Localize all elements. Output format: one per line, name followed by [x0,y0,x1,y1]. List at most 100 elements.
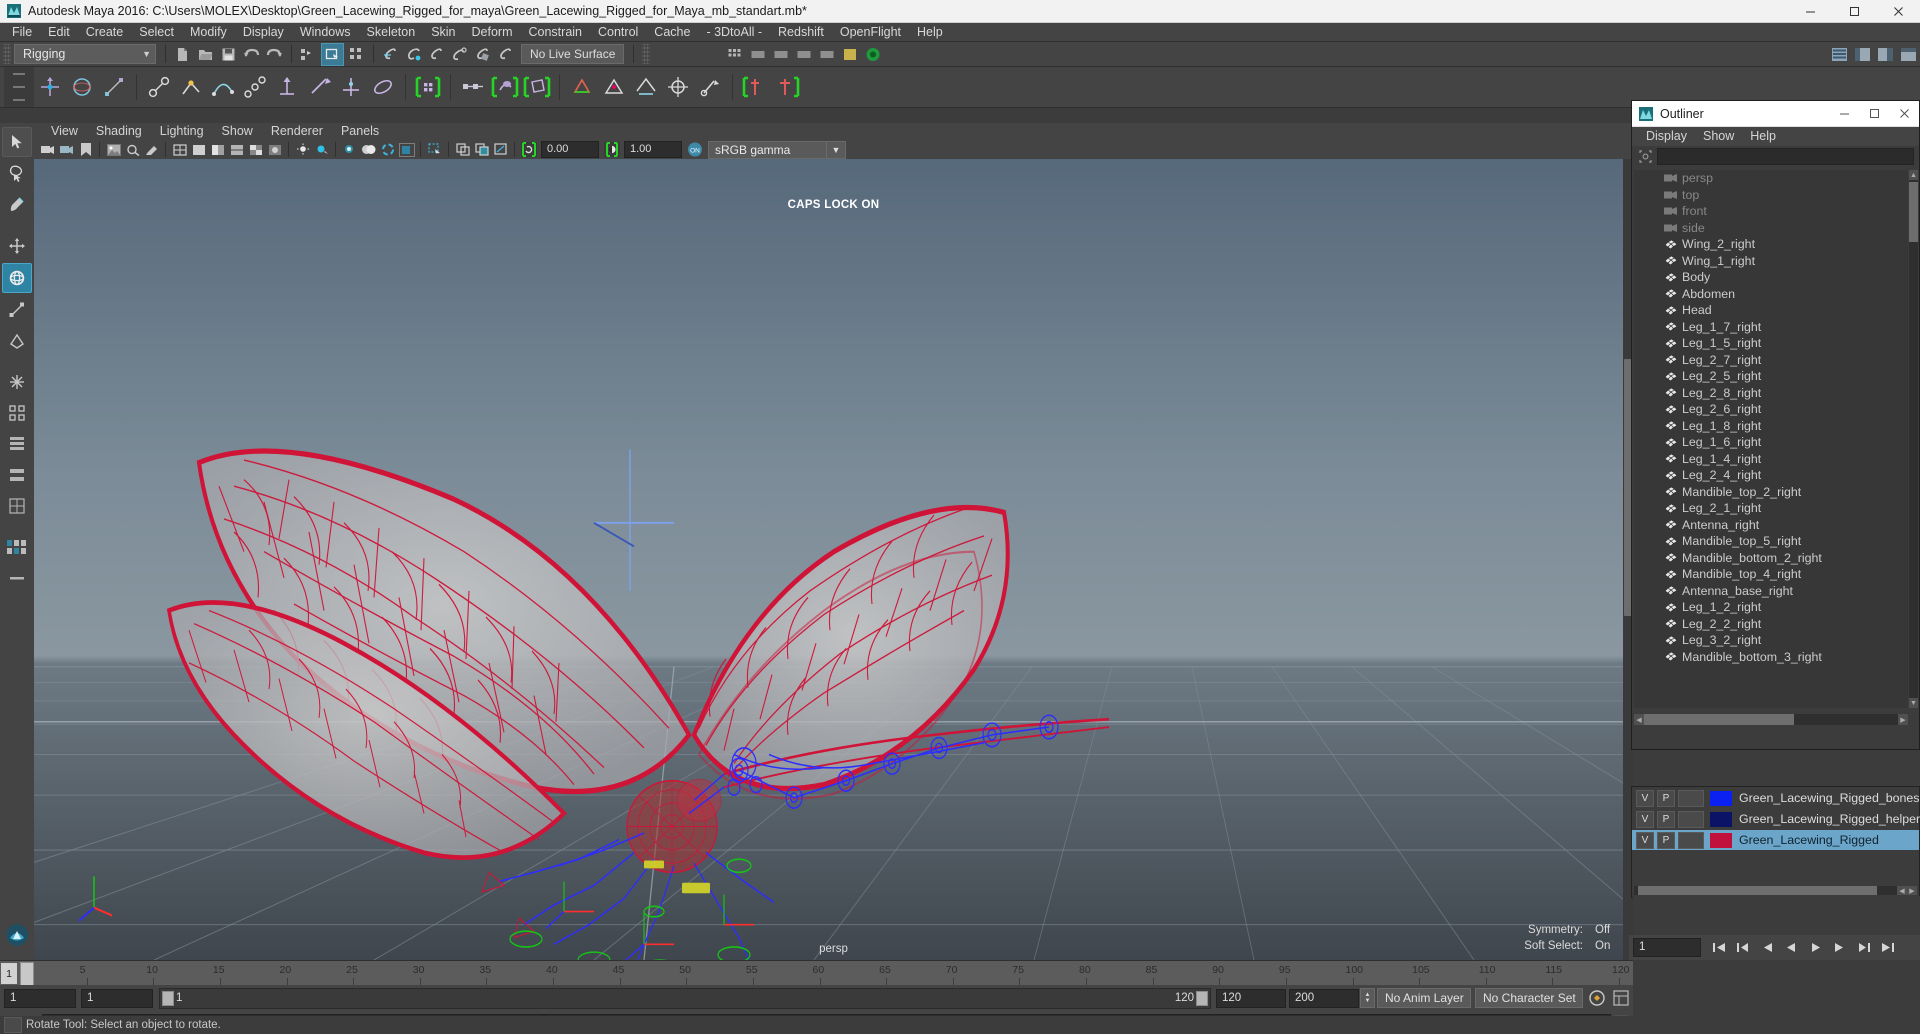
use-all-lights-icon[interactable] [313,141,330,158]
outliner-item[interactable]: Leg_2_4_right [1634,467,1908,484]
select-by-hierarchy-icon[interactable] [298,44,319,65]
scrollbar-thumb[interactable] [1644,714,1794,725]
outliner-item[interactable]: Leg_2_1_right [1634,500,1908,517]
animation-end-field[interactable]: 200 [1289,988,1359,1008]
numeric-input-icon-2[interactable] [770,44,791,65]
move-tool[interactable] [3,232,31,260]
image-plane-icon[interactable] [105,141,122,158]
layer-state-toggle[interactable] [1678,810,1704,828]
redo-icon[interactable] [264,44,285,65]
menu-constrain[interactable]: Constrain [521,23,591,41]
outliner-item[interactable]: Leg_1_5_right [1634,335,1908,352]
arc-tool[interactable] [522,71,552,103]
outliner-item[interactable]: Leg_2_8_right [1634,385,1908,402]
scroll-right-arrow[interactable]: ▶ [1898,714,1908,725]
anim-layer-dropdown[interactable]: No Anim Layer [1377,988,1471,1008]
layer-color-swatch[interactable] [1710,811,1732,827]
outliner-item[interactable]: Leg_1_8_right [1634,418,1908,435]
outliner-item[interactable]: Leg_2_5_right [1634,368,1908,385]
constraint-aim[interactable] [772,71,802,103]
layer-editor-scrollbar[interactable] [1634,886,1897,895]
outliner-menu-show[interactable]: Show [1695,127,1742,146]
move-tool-shelf[interactable] [35,71,65,103]
constraint-orient[interactable] [740,71,770,103]
layer-color-swatch[interactable] [1710,790,1732,806]
show-outliner-icon[interactable] [1898,44,1919,65]
layer-playback-toggle[interactable]: P [1657,831,1675,849]
outliner-item[interactable]: side [1634,220,1908,237]
lattice-tool[interactable] [631,71,661,103]
construction-history-icon[interactable] [839,44,860,65]
outliner-item[interactable]: Mandible_top_5_right [1634,533,1908,550]
pencil-curve-tool[interactable] [490,71,520,103]
display-layer-row[interactable]: V P Green_Lacewing_Rigged_helpers [1632,809,1920,829]
range-end-handle[interactable] [1196,990,1208,1006]
menu-file[interactable]: File [4,23,40,41]
undo-icon[interactable] [241,44,262,65]
outliner-item[interactable]: Mandible_top_2_right [1634,484,1908,501]
range-slider[interactable]: 1 120 [159,987,1211,1009]
constraint-parent[interactable] [663,71,693,103]
step-back-frame-icon[interactable] [1756,937,1778,959]
gamma-icon[interactable] [603,141,620,158]
constraint-point[interactable] [695,71,725,103]
numeric-input-icon[interactable] [747,44,768,65]
universal-manipulator[interactable] [3,327,31,355]
select-tool[interactable] [2,127,32,157]
outliner-item[interactable]: Leg_1_7_right [1634,319,1908,336]
outliner-maximize-button[interactable] [1859,101,1889,126]
outliner-menu-display[interactable]: Display [1638,127,1695,146]
layer-visibility-toggle[interactable]: V [1636,810,1654,828]
layer-color-swatch[interactable] [1710,832,1732,848]
outliner-item[interactable]: Wing_1_right [1634,253,1908,270]
orient-joint[interactable] [336,71,366,103]
grid-layout-tool[interactable] [3,492,31,520]
search-filter-icon[interactable] [1637,149,1653,165]
display-layer-row[interactable]: V P Green_Lacewing_Rigged_bones [1632,788,1920,808]
time-slider-playhead[interactable] [20,962,34,987]
outliner-item[interactable]: Mandible_bottom_3_right [1634,649,1908,666]
select-by-object-icon[interactable] [321,42,344,66]
outliner-item[interactable]: Antenna_right [1634,517,1908,534]
menu-skeleton[interactable]: Skeleton [359,23,424,41]
rotate-tool-shelf[interactable] [67,71,97,103]
menu-redshift[interactable]: Redshift [770,23,832,41]
texture-icon[interactable] [247,141,264,158]
outliner-horizontal-scrollbar[interactable]: ◀ ▶ [1634,714,1908,725]
layer-playback-toggle[interactable]: P [1657,810,1675,828]
scroll-down-arrow[interactable]: ▼ [1909,698,1918,708]
outliner-item[interactable]: Leg_2_2_right [1634,616,1908,633]
make-live-icon[interactable] [495,44,516,65]
viewport-menu-shading[interactable]: Shading [87,123,151,140]
close-button[interactable] [1876,0,1920,22]
shelf-tab-handle[interactable] [4,67,34,107]
outliner-minimize-button[interactable] [1829,101,1859,126]
soft-modification-tool[interactable] [3,368,31,396]
new-scene-icon[interactable] [172,44,193,65]
menu-skin[interactable]: Skin [423,23,463,41]
menu-set-dropdown[interactable]: Rigging ▼ [14,44,156,64]
animation-preferences-icon[interactable] [1610,987,1632,1009]
statusline-grip-2[interactable] [642,44,651,64]
wireframe-icon[interactable] [171,141,188,158]
minimize-button[interactable] [1788,0,1832,22]
live-surface-field[interactable]: No Live Surface [521,44,625,64]
scroll-up-arrow[interactable]: ▲ [1909,170,1918,180]
wireframe-on-shaded-icon[interactable] [228,141,245,158]
mirror-joint[interactable] [304,71,334,103]
outliner-search-input[interactable] [1657,148,1914,165]
snap-to-projected-center-icon[interactable] [449,44,470,65]
outliner-item[interactable]: Antenna_base_right [1634,583,1908,600]
gamma-field[interactable]: 1.00 [624,141,682,158]
layer-visibility-toggle[interactable]: V [1636,831,1654,849]
playback-end-field[interactable]: 120 [1216,988,1286,1008]
use-default-lighting-icon[interactable] [294,141,311,158]
character-set-dropdown[interactable]: No Character Set [1475,988,1583,1008]
outliner-vertical-scrollbar[interactable]: ▲ ▼ [1909,170,1918,708]
snap-to-point-icon[interactable] [426,44,447,65]
joint-tool[interactable] [144,71,174,103]
menu-openflight[interactable]: OpenFlight [832,23,909,41]
viewport-menu-lighting[interactable]: Lighting [151,123,213,140]
outliner-item[interactable]: Head [1634,302,1908,319]
menu-help[interactable]: Help [909,23,951,41]
